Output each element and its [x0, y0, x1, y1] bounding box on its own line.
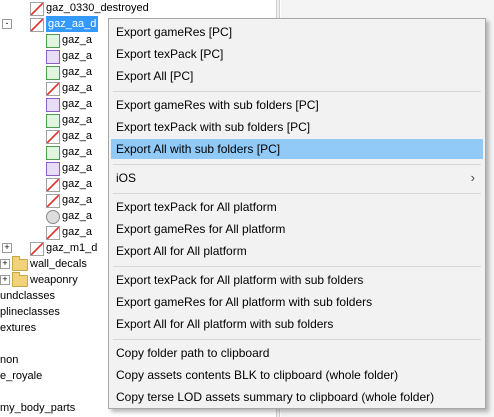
tree-item-label: gaz_a [62, 194, 92, 206]
asset-icon [46, 162, 60, 176]
menu-separator [113, 193, 481, 194]
menu-item[interactable]: Export All for All platform with sub fol… [111, 314, 483, 334]
tree-item-label: gaz_a [62, 146, 92, 158]
tree-item-label: gaz_a [62, 82, 92, 94]
menu-item[interactable]: Export gameRes for All platform with sub… [111, 292, 483, 312]
menu-item-label: Export texPack for All platform with sub… [116, 273, 364, 287]
asset-icon [46, 226, 60, 240]
menu-item[interactable]: Copy terse LOD assets summary to clipboa… [111, 387, 483, 407]
menu-item-label: iOS [116, 171, 137, 185]
menu-separator [113, 164, 481, 165]
tree-item-label: gaz_a [62, 178, 92, 190]
asset-icon [46, 50, 60, 64]
tree-item-label: gaz_a [62, 66, 92, 78]
expand-icon[interactable]: + [0, 259, 10, 269]
expand-icon[interactable]: + [2, 243, 12, 253]
tree-item-label: gaz_a [62, 162, 92, 174]
asset-icon [30, 242, 44, 256]
menu-item[interactable]: Export gameRes with sub folders [PC] [111, 95, 483, 115]
asset-icon [30, 18, 44, 32]
asset-icon [46, 98, 60, 112]
menu-item-label: Export All for All platform [116, 244, 247, 258]
tree-item-label: gaz_0330_destroyed [46, 2, 149, 14]
collapse-icon[interactable]: - [2, 19, 12, 29]
expand-icon[interactable]: + [0, 275, 10, 285]
tree-item-label: e_royale [0, 370, 43, 382]
tree-item-label: non [0, 354, 19, 366]
asset-icon [46, 146, 60, 160]
tree-item-label: my_body_parts [0, 402, 76, 414]
menu-item-label: Export texPack with sub folders [PC] [116, 120, 311, 134]
menu-item[interactable]: Export texPack for All platform [111, 197, 483, 217]
menu-separator [113, 339, 481, 340]
gear-asset-icon [46, 210, 60, 224]
menu-item[interactable]: Copy assets contents BLK to clipboard (w… [111, 365, 483, 385]
menu-item-label: Export gameRes for All platform [116, 222, 286, 236]
menu-item-label: Export gameRes for All platform with sub… [116, 295, 373, 309]
menu-item[interactable]: Export All with sub folders [PC] [111, 139, 483, 159]
context-menu: Export gameRes [PC] Export texPack [PC] Ex… [108, 18, 486, 409]
tree-item-label: plineclasses [0, 306, 60, 318]
menu-item-label: Copy assets contents BLK to clipboard (w… [116, 368, 399, 382]
tree-item-label: gaz_a [62, 50, 92, 62]
menu-separator [113, 91, 481, 92]
menu-item[interactable]: Export gameRes for All platform [111, 219, 483, 239]
asset-icon [46, 130, 60, 144]
tree-item-label: wall_decals [30, 258, 87, 270]
menu-separator [113, 266, 481, 267]
menu-item-label: Export gameRes [PC] [116, 25, 233, 39]
tree-item-label: undclasses [0, 290, 56, 302]
asset-icon [46, 178, 60, 192]
asset-icon [30, 2, 44, 16]
menu-item-label: Copy folder path to clipboard [116, 346, 270, 360]
menu-item-label: Export All for All platform with sub fol… [116, 317, 334, 331]
menu-item[interactable]: Export texPack [PC] [111, 44, 483, 64]
menu-item-label: Export gameRes with sub folders [PC] [116, 98, 319, 112]
folder-icon [12, 256, 28, 271]
tree-item-label: gaz_a [62, 226, 92, 238]
tree-item-label: extures [0, 322, 37, 334]
tree-item-label: gaz_a [62, 114, 92, 126]
menu-item[interactable]: Export All for All platform [111, 241, 483, 261]
menu-item[interactable]: Export texPack with sub folders [PC] [111, 117, 483, 137]
menu-item-label: Export texPack [PC] [116, 47, 224, 61]
tree-item[interactable]: gaz_0330_destroyed [0, 0, 276, 16]
tree-item-label: gaz_a [62, 98, 92, 110]
menu-item-ios-submenu[interactable]: iOS › [111, 168, 483, 188]
folder-icon [12, 272, 28, 287]
asset-icon [46, 114, 60, 128]
menu-item-label: Export texPack for All platform [116, 200, 277, 214]
tree-item-label: gaz_a [62, 210, 92, 222]
tree-item-label: gaz_m1_d [46, 242, 98, 254]
submenu-arrow-icon: › [470, 170, 475, 185]
menu-item-label: Export All [PC] [116, 69, 194, 83]
menu-item[interactable]: Export texPack for All platform with sub… [111, 270, 483, 290]
menu-item[interactable]: Copy folder path to clipboard [111, 343, 483, 363]
tree-item-label: gaz_a [62, 34, 92, 46]
menu-item[interactable]: Export gameRes [PC] [111, 22, 483, 42]
asset-icon [46, 194, 60, 208]
asset-icon [46, 66, 60, 80]
menu-item-label: Export All with sub folders [PC] [116, 142, 281, 156]
menu-item[interactable]: Export All [PC] [111, 66, 483, 86]
tree-item-label: weaponry [30, 274, 78, 286]
tree-item-label: gaz_aa_d [46, 16, 99, 32]
tree-item-label: gaz_a [62, 130, 92, 142]
menu-item-label: Copy terse LOD assets summary to clipboa… [116, 390, 435, 404]
asset-icon [46, 82, 60, 96]
asset-icon [46, 34, 60, 48]
